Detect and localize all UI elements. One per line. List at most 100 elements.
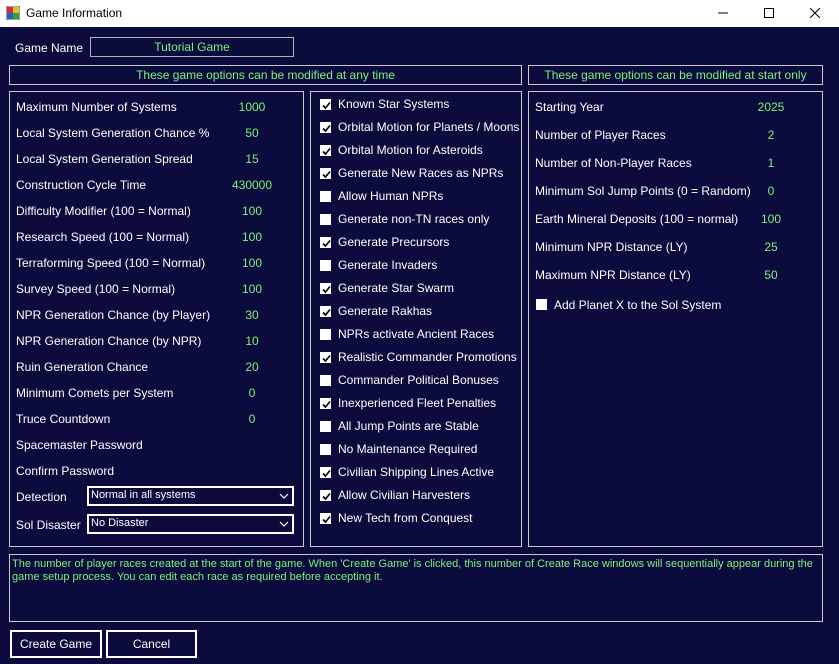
terraforming-speed-value[interactable]: 100 bbox=[222, 256, 282, 270]
difficulty-modifier-label: Difficulty Modifier (100 = Normal) bbox=[16, 204, 191, 218]
min-npr-distance-value[interactable]: 25 bbox=[741, 240, 801, 254]
earth-mineral-deposits-value[interactable]: 100 bbox=[741, 212, 801, 226]
min-comets-label: Minimum Comets per System bbox=[16, 386, 174, 400]
min-sol-jump-points-value[interactable]: 0 bbox=[741, 184, 801, 198]
option-label: Known Star Systems bbox=[338, 97, 450, 111]
npr-chance-npr-value[interactable]: 10 bbox=[222, 334, 282, 348]
option-row[interactable]: Generate Star Swarm bbox=[319, 281, 517, 297]
planet-x-checkbox[interactable] bbox=[536, 299, 547, 310]
option-row[interactable]: Generate Invaders bbox=[319, 258, 517, 274]
terraforming-speed-label: Terraforming Speed (100 = Normal) bbox=[16, 256, 206, 270]
sol-disaster-label: Sol Disaster bbox=[16, 518, 81, 532]
option-checkbox[interactable] bbox=[320, 99, 331, 110]
non-player-races-value[interactable]: 1 bbox=[741, 156, 801, 170]
option-label: Generate non-TN races only bbox=[338, 212, 490, 226]
research-speed-value[interactable]: 100 bbox=[222, 230, 282, 244]
option-row[interactable]: Inexperienced Fleet Penalties bbox=[319, 396, 517, 412]
min-comets-value[interactable]: 0 bbox=[222, 386, 282, 400]
option-checkbox[interactable] bbox=[320, 490, 331, 501]
close-button[interactable] bbox=[792, 0, 838, 27]
option-checkbox[interactable] bbox=[320, 122, 331, 133]
option-checkbox[interactable] bbox=[320, 329, 331, 340]
option-checkbox[interactable] bbox=[320, 421, 331, 432]
cancel-button[interactable]: Cancel bbox=[106, 630, 197, 658]
create-game-button[interactable]: Create Game bbox=[10, 630, 102, 658]
npr-chance-player-value[interactable]: 30 bbox=[222, 308, 282, 322]
option-checkbox[interactable] bbox=[320, 214, 331, 225]
option-row[interactable]: Commander Political Bonuses bbox=[319, 373, 517, 389]
minimize-button[interactable] bbox=[700, 0, 746, 27]
max-systems-label: Maximum Number of Systems bbox=[16, 100, 177, 114]
planet-x-label[interactable]: Add Planet X to the Sol System bbox=[554, 298, 721, 312]
option-row[interactable]: New Tech from Conquest bbox=[319, 511, 517, 527]
start-only-options-header: These game options can be modified at st… bbox=[528, 65, 823, 85]
ruin-chance-value[interactable]: 20 bbox=[222, 360, 282, 374]
game-name-input[interactable]: Tutorial Game bbox=[90, 37, 294, 57]
option-checkbox[interactable] bbox=[320, 444, 331, 455]
option-checkbox[interactable] bbox=[320, 260, 331, 271]
option-row[interactable]: Allow Civilian Harvesters bbox=[319, 488, 517, 504]
option-row[interactable]: Generate Precursors bbox=[319, 235, 517, 251]
option-label: Generate Invaders bbox=[338, 258, 438, 272]
non-player-races-label: Number of Non-Player Races bbox=[535, 156, 692, 170]
difficulty-modifier-value[interactable]: 100 bbox=[222, 204, 282, 218]
option-checkbox[interactable] bbox=[320, 145, 331, 156]
option-label: Generate New Races as NPRs bbox=[338, 166, 504, 180]
option-row[interactable]: Orbital Motion for Asteroids bbox=[319, 143, 517, 159]
option-label: New Tech from Conquest bbox=[338, 511, 473, 525]
local-gen-chance-value[interactable]: 50 bbox=[222, 126, 282, 140]
option-row[interactable]: Orbital Motion for Planets / Moons bbox=[319, 120, 519, 136]
starting-year-value[interactable]: 2025 bbox=[741, 100, 801, 114]
survey-speed-label: Survey Speed (100 = Normal) bbox=[16, 282, 176, 296]
max-systems-value[interactable]: 1000 bbox=[222, 100, 282, 114]
option-checkbox[interactable] bbox=[320, 375, 331, 386]
option-checkbox[interactable] bbox=[320, 283, 331, 294]
confirm-password-label: Confirm Password bbox=[16, 464, 115, 478]
option-row[interactable]: Allow Human NPRs bbox=[319, 189, 517, 205]
option-checkbox[interactable] bbox=[320, 513, 331, 524]
option-row[interactable]: NPRs activate Ancient Races bbox=[319, 327, 517, 343]
maximize-button[interactable] bbox=[746, 0, 792, 27]
option-row[interactable]: Realistic Commander Promotions bbox=[319, 350, 517, 366]
option-label: Civilian Shipping Lines Active bbox=[338, 465, 495, 479]
option-row[interactable]: Known Star Systems bbox=[319, 97, 517, 113]
detection-dropdown[interactable]: Normal in all systems bbox=[87, 486, 294, 506]
local-gen-spread-value[interactable]: 15 bbox=[222, 152, 282, 166]
option-checkbox[interactable] bbox=[320, 191, 331, 202]
option-row[interactable]: No Maintenance Required bbox=[319, 442, 517, 458]
option-checkbox[interactable] bbox=[320, 168, 331, 179]
sol-disaster-dropdown[interactable]: No Disaster bbox=[87, 514, 294, 534]
option-description-text: The number of player races created at th… bbox=[9, 554, 823, 622]
option-row[interactable]: All Jump Points are Stable bbox=[319, 419, 517, 435]
option-checkbox[interactable] bbox=[320, 306, 331, 317]
maximize-icon bbox=[764, 7, 774, 21]
option-row[interactable]: Civilian Shipping Lines Active bbox=[319, 465, 517, 481]
max-npr-distance-value[interactable]: 50 bbox=[741, 268, 801, 282]
local-gen-chance-label: Local System Generation Chance % bbox=[16, 126, 210, 140]
npr-chance-npr-label: NPR Generation Chance (by NPR) bbox=[16, 334, 202, 348]
option-checkbox[interactable] bbox=[320, 467, 331, 478]
option-checkbox[interactable] bbox=[320, 398, 331, 409]
option-row[interactable]: Generate Rakhas bbox=[319, 304, 517, 320]
option-row[interactable]: Generate New Races as NPRs bbox=[319, 166, 517, 182]
option-row[interactable]: Generate non-TN races only bbox=[319, 212, 517, 228]
option-checkbox[interactable] bbox=[320, 237, 331, 248]
option-label: Generate Rakhas bbox=[338, 304, 433, 318]
chevron-down-icon bbox=[276, 488, 292, 504]
close-icon bbox=[809, 7, 821, 21]
game-name-label: Game Name bbox=[15, 41, 84, 55]
construction-cycle-label: Construction Cycle Time bbox=[16, 178, 147, 192]
survey-speed-value[interactable]: 100 bbox=[222, 282, 282, 296]
local-gen-spread-label: Local System Generation Spread bbox=[16, 152, 193, 166]
app-icon bbox=[5, 5, 21, 21]
truce-countdown-value[interactable]: 0 bbox=[222, 412, 282, 426]
option-checkbox[interactable] bbox=[320, 352, 331, 363]
option-label: Realistic Commander Promotions bbox=[338, 350, 517, 364]
construction-cycle-value[interactable]: 430000 bbox=[222, 178, 282, 192]
player-races-value[interactable]: 2 bbox=[741, 128, 801, 142]
option-label: Orbital Motion for Asteroids bbox=[338, 143, 483, 157]
detection-label: Detection bbox=[16, 490, 67, 504]
spacemaster-password-label: Spacemaster Password bbox=[16, 438, 143, 452]
any-time-options-header: These game options can be modified at an… bbox=[9, 65, 522, 85]
max-npr-distance-label: Maximum NPR Distance (LY) bbox=[535, 268, 691, 282]
